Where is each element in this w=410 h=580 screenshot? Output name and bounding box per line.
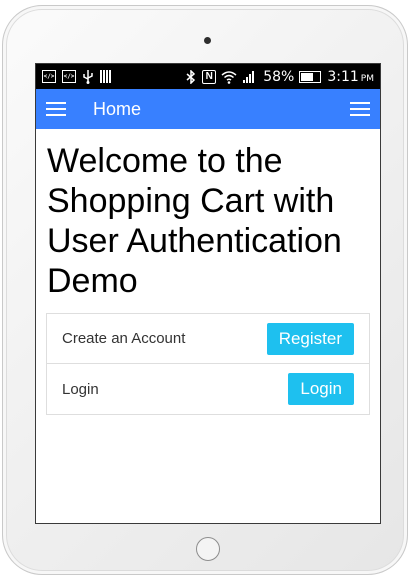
battery-percent: 58% (263, 68, 295, 85)
clock: 3:11 PM (327, 69, 374, 85)
code-icon: </> (62, 70, 76, 83)
code-icon: </> (42, 70, 56, 83)
register-button[interactable]: Register (266, 322, 354, 355)
usb-icon (82, 69, 94, 85)
wifi-icon (221, 69, 237, 85)
menu-icon-right[interactable] (350, 102, 370, 116)
page-title: Home (93, 98, 142, 119)
tablet-frame: </> </> N 58% 3:11 PM Home Welcome to th… (2, 5, 408, 575)
nfc-icon: N (202, 69, 217, 84)
clock-ampm: PM (360, 73, 374, 84)
clock-time: 3:11 (327, 68, 359, 85)
barcode-icon (100, 70, 112, 83)
main-content: Welcome to the Shopping Cart with User A… (36, 141, 380, 415)
list-item-login: Login Login (47, 364, 369, 414)
status-bar-right: N 58% 3:11 PM (186, 69, 374, 85)
front-camera (204, 37, 211, 44)
home-button[interactable] (196, 537, 220, 561)
login-label: Login (62, 380, 99, 398)
signal-icon (243, 69, 257, 85)
status-bar: </> </> N 58% 3:11 PM (36, 64, 380, 89)
login-button[interactable]: Login (288, 373, 354, 405)
device-screen: </> </> N 58% 3:11 PM Home Welcome to th… (35, 63, 381, 524)
bluetooth-icon (186, 69, 196, 85)
battery-icon (299, 70, 322, 83)
status-bar-left: </> </> (42, 69, 118, 85)
create-account-label: Create an Account (62, 330, 186, 347)
app-header: Home (36, 89, 380, 129)
welcome-heading: Welcome to the Shopping Cart with User A… (47, 142, 342, 300)
menu-icon[interactable] (46, 102, 66, 116)
list-item-create-account: Create an Account Register (47, 314, 369, 364)
auth-list: Create an Account Register Login Login (46, 313, 370, 415)
